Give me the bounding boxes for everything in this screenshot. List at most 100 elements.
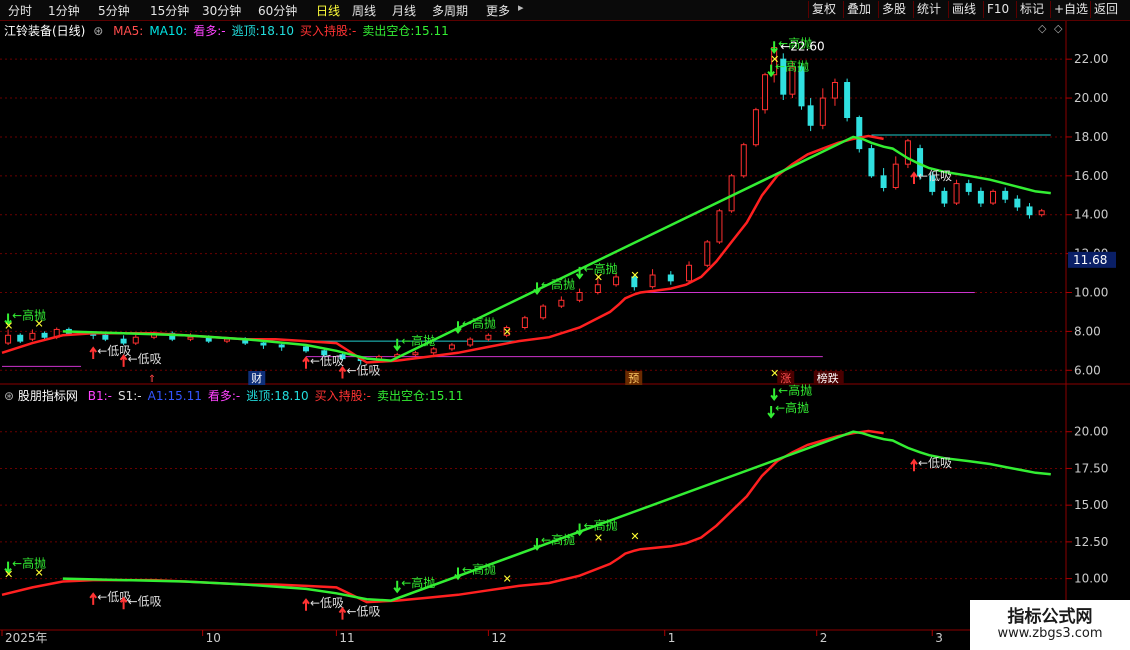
signal-label: ←低吸 [128, 352, 162, 366]
sell-arrow-icon [770, 41, 778, 54]
candle-body [977, 190, 984, 204]
candle-body [5, 334, 12, 344]
candle-body [1026, 206, 1033, 216]
candle-body [953, 183, 960, 204]
event-tag-3: 榜跌 [817, 371, 839, 385]
signal-label: ←低吸 [310, 354, 344, 368]
y-tick-label: 20.00 [1074, 425, 1108, 439]
candle-body [704, 241, 711, 266]
yellow-x-marker: ✕ [630, 530, 639, 543]
signal-label: ←低吸 [346, 605, 380, 619]
signal-label: ←高抛 [541, 276, 575, 291]
candle-body [728, 175, 735, 212]
x-tick-label: 12 [491, 631, 506, 645]
chart-canvas[interactable]: 6.008.0010.0012.0014.0016.0018.0020.0022… [0, 0, 1130, 650]
y-tick-label: 14.00 [1074, 208, 1108, 222]
series-line-卖出空仓 [62, 135, 1051, 362]
y-tick-label: 8.00 [1074, 324, 1101, 338]
candle-body [613, 276, 620, 286]
event-tag-arrow-icon: ⇑ [148, 374, 156, 385]
candle-body [223, 338, 230, 342]
candle-body [521, 317, 528, 328]
sell-arrow-icon [767, 405, 775, 419]
signal-label: ←高抛 [401, 333, 435, 348]
candle-body [540, 305, 547, 319]
series-line-买入持股 [1, 429, 884, 604]
buy-arrow-icon [89, 346, 97, 360]
candle-body [412, 352, 419, 356]
candle-body [187, 336, 194, 340]
y-tick-label: 10.00 [1074, 286, 1108, 300]
candle-body [686, 264, 693, 282]
candle-body [430, 348, 437, 354]
candle-body [965, 183, 972, 192]
x-tick-label: 11 [339, 631, 354, 645]
candle-body [762, 74, 769, 111]
y-tick-label: 17.50 [1074, 461, 1108, 475]
candle-body [807, 105, 814, 126]
buy-arrow-icon [89, 592, 97, 605]
signal-high-sell: ←高抛 [767, 400, 809, 419]
sell-arrow-icon [393, 580, 401, 594]
candle-body [485, 334, 492, 340]
buy-arrow-icon [338, 365, 347, 379]
yellow-x-marker: ✕ [4, 320, 13, 333]
y-tick-label: 12.50 [1074, 535, 1108, 549]
event-tag-1: 预 [628, 372, 639, 385]
signal-low-buy: ←低吸 [302, 354, 344, 369]
signal-label: ←高抛 [541, 532, 575, 547]
sell-arrow-icon [770, 388, 778, 402]
candle-body [868, 148, 875, 177]
signal-label: ←高抛 [401, 575, 435, 590]
signal-high-sell: ←高抛 [533, 532, 575, 551]
candle-body [1038, 210, 1045, 216]
buy-arrow-icon [910, 171, 918, 185]
signal-label: ←高抛 [462, 315, 496, 330]
watermark: 指标公式网 www.zbgs3.com [970, 600, 1130, 650]
candle-body [594, 284, 601, 294]
candle-body [1014, 198, 1021, 208]
signal-high-sell: ←高抛 [454, 315, 496, 334]
yellow-x-marker: ✕ [4, 568, 13, 581]
candle-body [941, 190, 948, 204]
buy-arrow-icon [910, 458, 918, 472]
event-tag-2: 涨 [780, 372, 791, 385]
sell-arrow-icon [454, 567, 462, 581]
candle-body [558, 299, 565, 307]
candle-body [892, 163, 899, 189]
signal-low-buy: ←低吸 [302, 596, 344, 611]
series-line-买入持股 [1, 134, 884, 364]
x-tick-label: 3 [935, 631, 943, 645]
event-tag-0: 财 [251, 371, 262, 385]
signal-low-buy: ←低吸 [89, 590, 131, 605]
candle-body [1002, 190, 1009, 200]
candle-body [904, 140, 911, 165]
candle-body [649, 274, 656, 288]
series-line-卖出空仓 [62, 430, 1051, 602]
signal-label: ←低吸 [128, 594, 162, 608]
signal-high-sell: ←高抛 [393, 575, 435, 594]
signal-low-buy: ←低吸 [119, 594, 162, 610]
candle-body [448, 344, 455, 350]
signal-label: ←高抛 [462, 562, 496, 577]
candle-body [17, 334, 24, 342]
candle-body [467, 338, 474, 346]
y-tick-label: 18.00 [1074, 130, 1108, 144]
yellow-x-marker: ✕ [503, 573, 512, 586]
signal-high-sell: ←高抛 [533, 276, 575, 296]
x-tick-label: 10 [206, 631, 221, 645]
yellow-x-marker: ✕ [630, 269, 639, 282]
y-tick-label: 15.00 [1074, 498, 1108, 512]
buy-arrow-icon [302, 356, 310, 369]
candle-body [576, 292, 583, 301]
candle-body [102, 334, 109, 340]
candle-body [29, 332, 36, 340]
y-tick-label: 6.00 [1074, 363, 1101, 377]
yellow-x-marker: ✕ [594, 531, 603, 544]
candle-body [990, 190, 997, 204]
candle-body [880, 175, 887, 188]
sell-arrow-icon [533, 538, 541, 551]
buy-arrow-icon [338, 606, 347, 620]
candle-body [278, 344, 285, 348]
y-tick-label: 10.00 [1074, 572, 1108, 586]
